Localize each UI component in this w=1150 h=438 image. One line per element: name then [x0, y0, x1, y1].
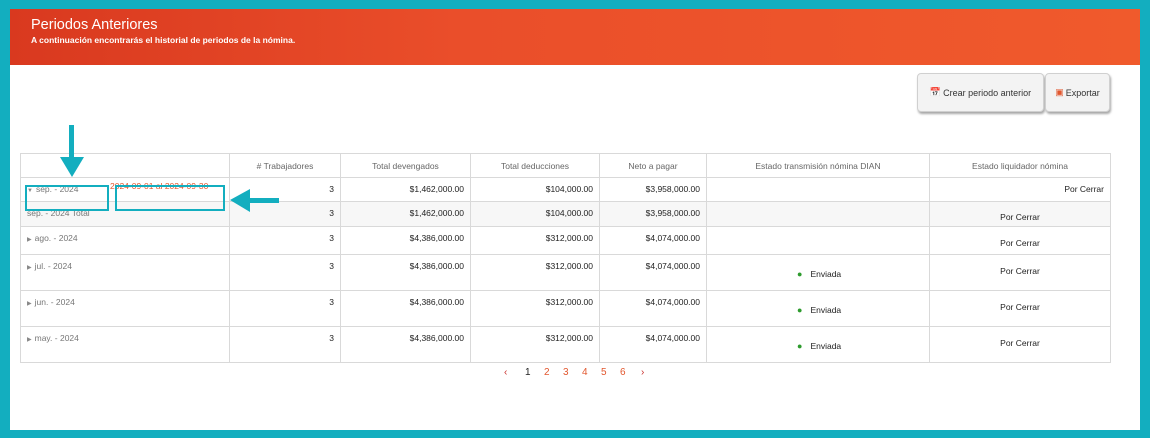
calendar-icon: 📅 — [929, 87, 942, 97]
create-period-label: Crear periodo anterior — [943, 87, 1032, 98]
workers-cell: 3 — [229, 326, 341, 363]
next-page-icon[interactable]: › — [641, 367, 644, 378]
dian-cell: ● Enviada — [706, 254, 930, 291]
liquidator-cell[interactable]: Por Cerrar — [929, 226, 1111, 255]
deductions-cell: $312,000.00 — [470, 326, 600, 363]
accrued-cell: $1,462,000.00 — [340, 201, 471, 227]
export-label: Exportar — [1065, 87, 1100, 98]
accrued-cell: $4,386,000.00 — [340, 290, 471, 327]
export-icon: ▣ — [1055, 87, 1064, 97]
page-title: Periodos Anteriores — [31, 17, 158, 33]
dian-cell — [706, 177, 930, 202]
net-cell: $4,074,000.00 — [599, 290, 707, 327]
liquidator-cell[interactable]: Por Cerrar — [929, 201, 1111, 227]
period-cell[interactable]: ▶ may. - 2024 — [20, 326, 230, 363]
table-row: ▶ jun. - 2024 3 $4,386,000.00 $312,000.00… — [20, 290, 1111, 327]
liquidator-status: Por Cerrar — [1000, 212, 1040, 222]
period-cell[interactable]: ▶ jun. - 2024 — [20, 290, 230, 327]
workers-cell: 3 — [229, 254, 341, 291]
liquidator-status: Por Cerrar — [1000, 338, 1040, 348]
accrued-cell: $4,386,000.00 — [340, 254, 471, 291]
column-header[interactable]: # Trabajadores — [229, 153, 341, 178]
caret-right-icon[interactable]: ▶ — [27, 265, 32, 271]
deductions-cell: $312,000.00 — [470, 290, 600, 327]
column-header — [20, 153, 230, 178]
net-cell: $3,958,000.00 — [599, 201, 707, 227]
page-link[interactable]: 4 — [582, 367, 588, 378]
period-label: ago. - 2024 — [34, 233, 78, 243]
liquidator-cell[interactable]: Por Cerrar — [929, 326, 1111, 363]
page-subtitle: A continuación encontrarás el historial … — [31, 35, 296, 45]
liquidator-cell[interactable]: Por Cerrar — [929, 177, 1111, 202]
export-button[interactable]: ▣ Exportar — [1045, 73, 1110, 112]
accrued-cell: $4,386,000.00 — [340, 326, 471, 363]
page-link[interactable]: 2 — [544, 367, 550, 378]
status-dot-icon: ● — [797, 269, 803, 279]
net-cell: $3,958,000.00 — [599, 177, 707, 202]
net-cell: $4,074,000.00 — [599, 326, 707, 363]
page-header: Periodos Anteriores A continuación encon… — [10, 9, 1140, 65]
accrued-cell: $1,462,000.00 — [340, 177, 471, 202]
create-period-button[interactable]: 📅 Crear periodo anterior — [917, 73, 1044, 112]
column-header[interactable]: Estado transmisión nómina DIAN — [706, 153, 930, 178]
liquidator-status: Por Cerrar — [1000, 302, 1040, 312]
dian-cell — [706, 201, 930, 227]
deductions-cell: $104,000.00 — [470, 201, 600, 227]
highlight-date-box — [115, 185, 225, 211]
column-header[interactable]: Estado liquidador nómina — [929, 153, 1111, 178]
period-cell[interactable]: ▶ ago. - 2024 — [20, 226, 230, 255]
table-row: ▶ ago. - 2024 3 $4,386,000.00 $312,000.00… — [20, 226, 1111, 255]
table-header-row: # Trabajadores Total devengados Total de… — [20, 153, 1111, 178]
workers-cell: 3 — [229, 226, 341, 255]
net-cell: $4,074,000.00 — [599, 254, 707, 291]
page-link[interactable]: 6 — [620, 367, 626, 378]
page-link[interactable]: 3 — [563, 367, 569, 378]
liquidator-status: Por Cerrar — [1000, 238, 1040, 248]
dian-cell: ● Enviada — [706, 326, 930, 363]
liquidator-status: Por Cerrar — [1000, 266, 1040, 276]
prev-page-icon[interactable]: ‹ — [504, 367, 507, 378]
deductions-cell: $104,000.00 — [470, 177, 600, 202]
period-label: may. - 2024 — [34, 333, 79, 343]
caret-right-icon[interactable]: ▶ — [27, 337, 32, 343]
caret-right-icon[interactable]: ▶ — [27, 237, 32, 243]
dian-status: Enviada — [810, 269, 842, 279]
column-header[interactable]: Total devengados — [340, 153, 471, 178]
dian-status: Enviada — [810, 341, 842, 351]
table-row: ▶ may. - 2024 3 $4,386,000.00 $312,000.00… — [20, 326, 1111, 363]
table-row: ▶ jul. - 2024 3 $4,386,000.00 $312,000.00… — [20, 254, 1111, 291]
column-header[interactable]: Neto a pagar — [599, 153, 707, 178]
period-label: jul. - 2024 — [34, 261, 72, 271]
net-cell: $4,074,000.00 — [599, 226, 707, 255]
period-cell[interactable]: ▶ jul. - 2024 — [20, 254, 230, 291]
liquidator-cell[interactable]: Por Cerrar — [929, 290, 1111, 327]
arrow-down-icon — [60, 125, 84, 177]
status-dot-icon: ● — [797, 341, 803, 351]
period-label: jun. - 2024 — [34, 297, 75, 307]
highlight-period-box — [25, 185, 109, 211]
deductions-cell: $312,000.00 — [470, 254, 600, 291]
liquidator-cell[interactable]: Por Cerrar — [929, 254, 1111, 291]
dian-cell — [706, 226, 930, 255]
page-link-current[interactable]: 1 — [525, 367, 531, 378]
workers-cell: 3 — [229, 290, 341, 327]
deductions-cell: $312,000.00 — [470, 226, 600, 255]
accrued-cell: $4,386,000.00 — [340, 226, 471, 255]
column-header[interactable]: Total deducciones — [470, 153, 600, 178]
caret-right-icon[interactable]: ▶ — [27, 301, 32, 307]
dian-status: Enviada — [810, 305, 842, 315]
page-link[interactable]: 5 — [601, 367, 607, 378]
status-dot-icon: ● — [797, 305, 803, 315]
arrow-left-icon — [230, 189, 279, 212]
dian-cell: ● Enviada — [706, 290, 930, 327]
